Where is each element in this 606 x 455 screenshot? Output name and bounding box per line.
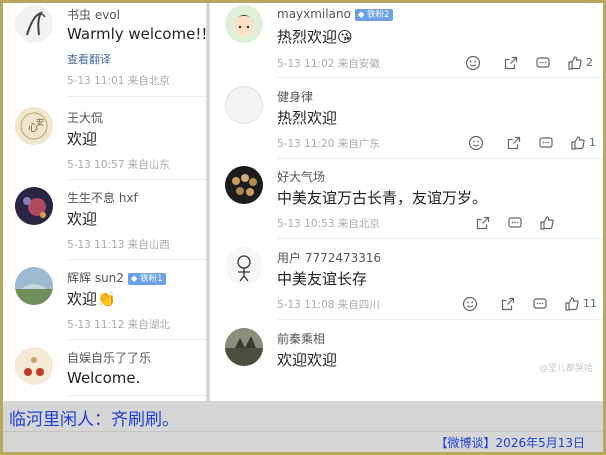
share-icon[interactable] [506,135,522,151]
username-text: mayxmilano [277,7,351,21]
comment-text: 欢迎欢迎 [277,351,338,369]
svg-text:安: 安 [36,117,44,127]
divider [277,238,603,239]
username[interactable]: 生生不息 hxf [67,189,138,206]
avatar[interactable] [225,247,263,285]
like-icon[interactable] [570,135,586,151]
caption-text: 临河里闲人：齐刷刷。 [9,410,179,430]
username[interactable]: 自娱自乐了了乐 [67,349,151,366]
comment-icon[interactable] [535,55,551,71]
comment-text: 欢迎 [67,210,98,228]
left-comment-panel: 书虫 evol Warmly welcome!!! 查看翻译 5-13 11:0… [3,3,206,401]
share-icon[interactable] [500,296,516,312]
comment-text: 热烈欢迎😘 [277,28,353,46]
divider [67,179,206,180]
divider [67,96,206,97]
like-icon[interactable] [567,55,583,71]
username[interactable]: 用户 7772473316 [277,249,381,266]
share-icon[interactable] [475,215,491,231]
credit-text: 【微博谈】2026年5月13日 [435,436,585,450]
comment-meta: 5-13 10:57 来自山东 [67,159,170,171]
comment-actions [475,215,595,231]
comment-meta: 5-13 11:20 来自广东 [277,138,380,150]
username-text: 辉辉 sun2 [67,271,124,285]
caption-bar: 临河里闲人：齐刷刷。 [3,401,603,431]
translate-link[interactable]: 查看翻译 [67,51,111,67]
fan-badge: ◆ 铁粉1 [127,273,166,285]
username[interactable]: 辉辉 sun2 ◆ 铁粉1 [67,269,166,286]
comment-meta: 5-13 11:13 来自山西 [67,239,170,251]
username[interactable]: 健身律 [277,88,313,105]
screenshot-frame: 书虫 evol Warmly welcome!!! 查看翻译 5-13 11:0… [3,3,603,452]
smile-icon[interactable] [465,55,481,71]
divider [277,319,603,320]
like-count: 1 [589,136,596,149]
comment-text: 欢迎 [67,130,98,148]
like-count: 2 [586,56,593,69]
fan-badge-label: 铁粉1 [140,274,163,284]
credit-bar: 【微博谈】2026年5月13日 [3,431,603,452]
smile-icon[interactable] [462,296,478,312]
share-icon[interactable] [503,55,519,71]
comment-text: 欢迎👏 [67,290,116,308]
comment-meta: 5-13 11:02 来自安徽 [277,58,380,70]
username[interactable]: 好大气场 [277,168,325,185]
avatar[interactable]: 心安 [15,107,53,145]
avatar[interactable] [15,267,53,305]
right-comment-panel: mayxmilano ◆ 铁粉2 热烈欢迎😘 5-13 11:02 来自安徽 2 … [210,3,603,401]
avatar[interactable] [15,5,53,43]
avatar[interactable] [15,187,53,225]
fan-badge-label: 铁粉2 [367,10,390,20]
smile-icon[interactable] [468,135,484,151]
comment-meta: 5-13 11:12 来自湖北 [67,319,170,331]
comment-text: 中美友谊万古长青，友谊万岁。 [277,189,488,207]
comment-icon[interactable] [538,135,554,151]
like-count: 11 [583,297,597,310]
divider [277,158,603,159]
username[interactable]: mayxmilano ◆ 铁粉2 [277,7,393,21]
comment-icon[interactable] [507,215,523,231]
username[interactable]: 书虫 evol [67,6,120,23]
comment-actions: 1 [468,135,598,151]
comment-text: Warmly welcome!!! [67,25,206,43]
username[interactable]: 前秦乘相 [277,330,325,347]
avatar[interactable] [225,86,263,124]
comment-meta: 5-13 11:01 来自北京 [67,75,170,87]
avatar[interactable] [225,166,263,204]
avatar[interactable] [225,5,263,43]
fan-badge: ◆ 铁粉2 [354,9,393,21]
like-icon[interactable] [539,215,555,231]
comment-meta: 5-13 11:08 来自四川 [277,299,380,311]
comment-meta: 5-13 10:53 来自北京 [277,218,380,230]
comment-icon[interactable] [532,296,548,312]
comment-actions: 11 [462,296,598,312]
comment-actions: 2 [465,55,595,71]
comment-text: 中美友谊长存 [277,270,368,288]
comment-text: Welcome. [67,369,141,387]
like-icon[interactable] [564,296,580,312]
watermark: @堂儿都哭哈 [538,364,593,374]
divider [67,395,206,396]
avatar[interactable] [15,347,53,385]
username[interactable]: 王大侃 [67,109,103,126]
avatar[interactable] [225,328,263,366]
divider [67,259,206,260]
comment-text: 热烈欢迎 [277,109,338,127]
divider [277,77,603,78]
divider [67,339,206,340]
